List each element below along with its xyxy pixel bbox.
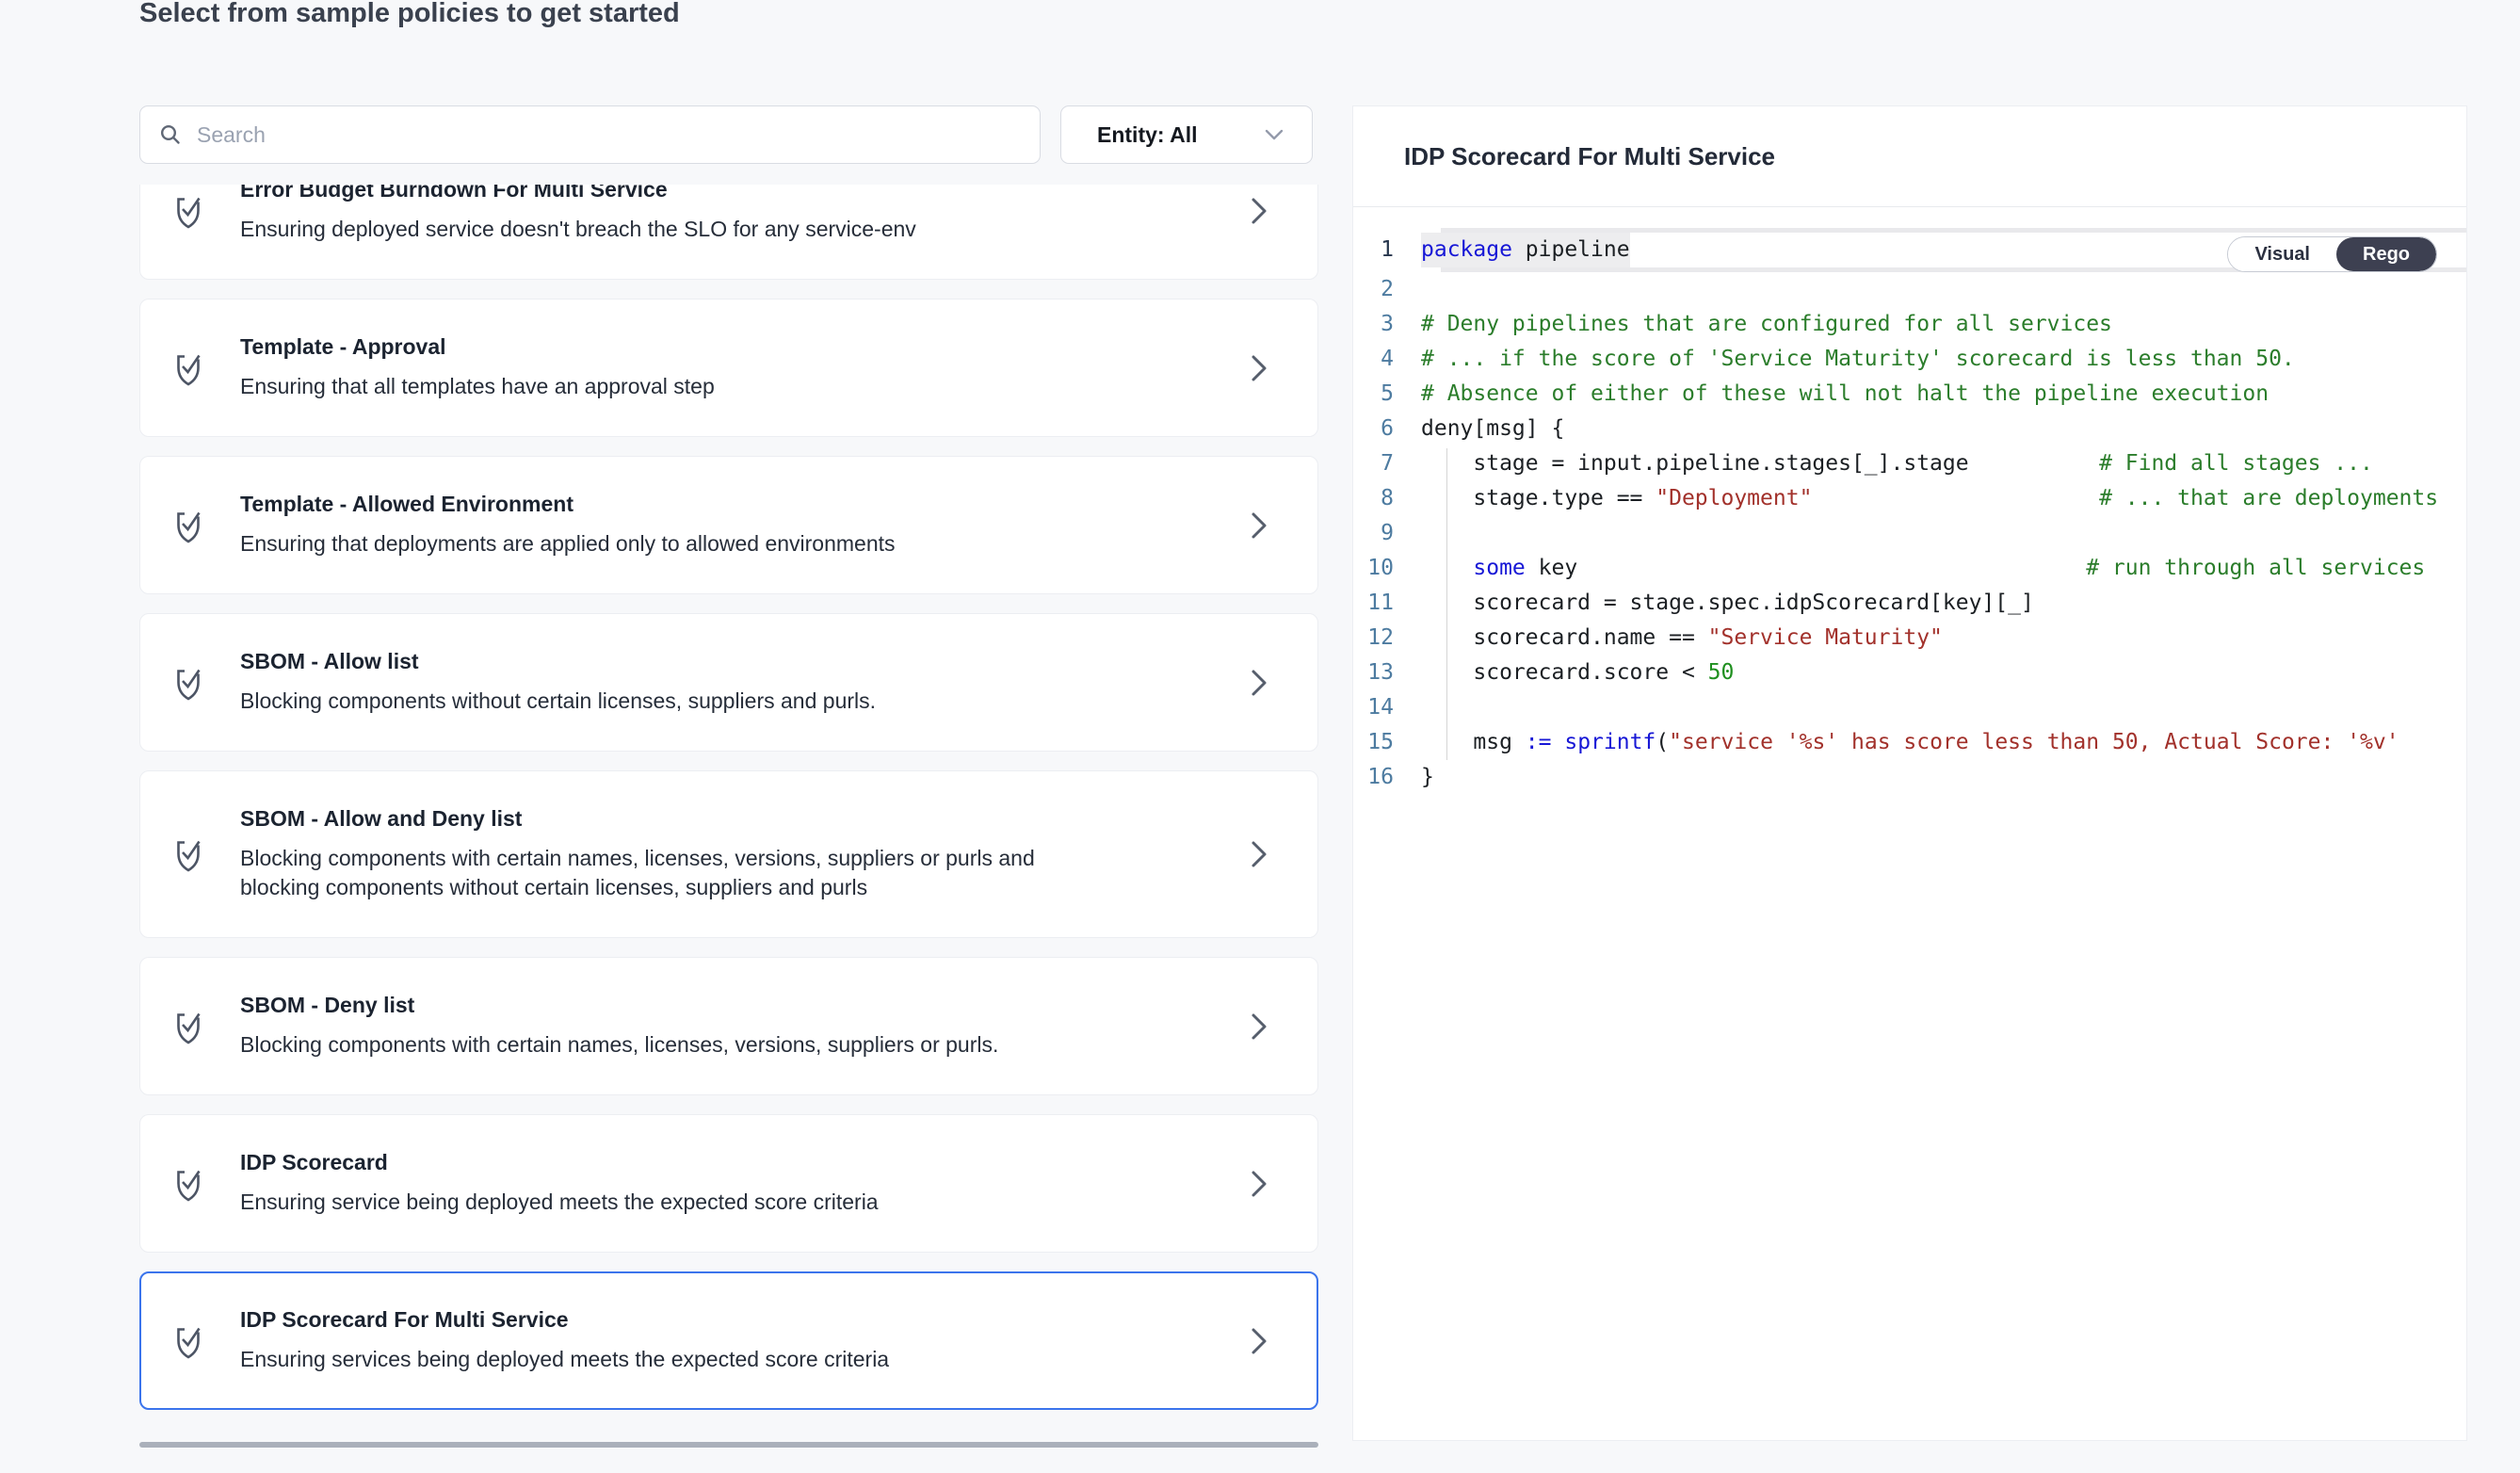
chevron-right-icon[interactable] xyxy=(1250,840,1268,868)
policy-card[interactable]: Template - Allowed Environment Ensuring … xyxy=(139,456,1318,594)
line-number: 6 xyxy=(1353,412,1421,446)
search-box[interactable] xyxy=(139,105,1041,164)
policy-description: Blocking components without certain lice… xyxy=(240,687,1069,716)
chevron-right-icon[interactable] xyxy=(1250,197,1268,225)
line-number: 16 xyxy=(1353,760,1421,795)
policy-shield-icon xyxy=(172,192,204,230)
page-title: Select from sample policies to get start… xyxy=(139,0,680,29)
line-number: 2 xyxy=(1353,272,1421,307)
policy-card[interactable]: Error Budget Burndown For Multi Service … xyxy=(139,185,1318,280)
chevron-right-icon[interactable] xyxy=(1250,1170,1268,1198)
line-number: 1 xyxy=(1353,233,1421,267)
chevron-right-icon[interactable] xyxy=(1250,354,1268,382)
line-number: 13 xyxy=(1353,656,1421,690)
line-number: 8 xyxy=(1353,481,1421,516)
policy-description: Blocking components with certain names, … xyxy=(240,1030,1069,1060)
line-number: 11 xyxy=(1353,586,1421,621)
policy-title: SBOM - Allow and Deny list xyxy=(240,806,1231,832)
code-line: 12 scorecard.name == "Service Maturity" xyxy=(1353,621,2466,656)
indent-guide xyxy=(1446,448,1447,760)
policy-detail-panel: IDP Scorecard For Multi Service Visual R… xyxy=(1352,105,2467,1441)
policy-shield-icon xyxy=(172,1008,204,1045)
policy-card[interactable]: Template - Approval Ensuring that all te… xyxy=(139,299,1318,437)
horizontal-scrollbar[interactable] xyxy=(139,1442,1318,1448)
entity-filter-label: Entity: All xyxy=(1097,122,1197,148)
chevron-right-icon[interactable] xyxy=(1250,1012,1268,1041)
policy-description: Ensuring services being deployed meets t… xyxy=(240,1345,1069,1374)
code-line: 3 # Deny pipelines that are configured f… xyxy=(1353,307,2466,342)
policy-shield-icon xyxy=(172,664,204,702)
policy-title: IDP Scorecard For Multi Service xyxy=(240,1307,1231,1333)
line-number: 3 xyxy=(1353,307,1421,342)
policy-card-selected[interactable]: IDP Scorecard For Multi Service Ensuring… xyxy=(139,1271,1318,1410)
policy-shield-icon xyxy=(172,1165,204,1203)
toggle-rego-button[interactable]: Rego xyxy=(2336,237,2436,271)
search-input[interactable] xyxy=(197,122,1021,148)
entity-filter-dropdown[interactable]: Entity: All xyxy=(1060,105,1313,164)
policy-card[interactable]: IDP Scorecard Ensuring service being dep… xyxy=(139,1114,1318,1253)
code-line: 15 msg := sprintf("service '%s' has scor… xyxy=(1353,725,2466,760)
code-line: 4 # ... if the score of 'Service Maturit… xyxy=(1353,342,2466,377)
policy-shield-icon xyxy=(172,507,204,544)
panel-title: IDP Scorecard For Multi Service xyxy=(1404,142,1775,171)
line-number: 14 xyxy=(1353,690,1421,725)
line-number: 15 xyxy=(1353,725,1421,760)
policy-card[interactable]: SBOM - Allow and Deny list Blocking comp… xyxy=(139,770,1318,938)
chevron-right-icon[interactable] xyxy=(1250,511,1268,540)
chevron-down-icon xyxy=(1265,129,1284,140)
code-line: 9 xyxy=(1353,516,2466,551)
code-line: 8 stage.type == "Deployment" # ... that … xyxy=(1353,481,2466,516)
line-number: 9 xyxy=(1353,516,1421,551)
chevron-right-icon[interactable] xyxy=(1250,1327,1268,1355)
code-editor[interactable]: 1 package pipeline 2 3 # Deny pipelines … xyxy=(1353,207,2466,1440)
policy-shield-icon xyxy=(172,835,204,873)
policy-description: Ensuring that all templates have an appr… xyxy=(240,372,1069,401)
line-number: 5 xyxy=(1353,377,1421,412)
code-line: 16 } xyxy=(1353,760,2466,795)
code-line: 10 some key # run through all services xyxy=(1353,551,2466,586)
policy-card[interactable]: SBOM - Deny list Blocking components wit… xyxy=(139,957,1318,1095)
policy-title: IDP Scorecard xyxy=(240,1150,1231,1175)
line-number: 4 xyxy=(1353,342,1421,377)
panel-header: IDP Scorecard For Multi Service xyxy=(1353,106,2466,207)
policy-title: Template - Approval xyxy=(240,334,1231,360)
code-line: 6 deny[msg] { xyxy=(1353,412,2466,446)
policy-title: SBOM - Allow list xyxy=(240,649,1231,674)
line-number: 10 xyxy=(1353,551,1421,586)
code-line: 14 xyxy=(1353,690,2466,725)
policy-title: Template - Allowed Environment xyxy=(240,492,1231,517)
policy-title: SBOM - Deny list xyxy=(240,993,1231,1018)
policy-shield-icon xyxy=(172,1322,204,1360)
code-line: 13 scorecard.score < 50 xyxy=(1353,656,2466,690)
policy-description: Blocking components with certain names, … xyxy=(240,844,1069,902)
code-line: 11 scorecard = stage.spec.idpScorecard[k… xyxy=(1353,586,2466,621)
code-line: 7 stage = input.pipeline.stages[_].stage… xyxy=(1353,446,2466,481)
code-line: 2 xyxy=(1353,272,2466,307)
line-number: 7 xyxy=(1353,446,1421,481)
search-icon xyxy=(159,123,182,146)
chevron-right-icon[interactable] xyxy=(1250,669,1268,697)
policy-card[interactable]: SBOM - Allow list Blocking components wi… xyxy=(139,613,1318,752)
policy-shield-icon xyxy=(172,349,204,387)
code-line: 5 # Absence of either of these will not … xyxy=(1353,377,2466,412)
line-number: 12 xyxy=(1353,621,1421,656)
policy-list: Error Budget Burndown For Multi Service … xyxy=(139,185,1318,1438)
view-toggle[interactable]: Visual Rego xyxy=(2227,236,2437,272)
policy-description: Ensuring that deployments are applied on… xyxy=(240,529,1069,558)
policy-description: Ensuring service being deployed meets th… xyxy=(240,1188,1069,1217)
policy-title: Error Budget Burndown For Multi Service xyxy=(240,185,1231,202)
policy-description: Ensuring deployed service doesn't breach… xyxy=(240,215,1069,244)
toggle-visual-button[interactable]: Visual xyxy=(2228,237,2336,271)
